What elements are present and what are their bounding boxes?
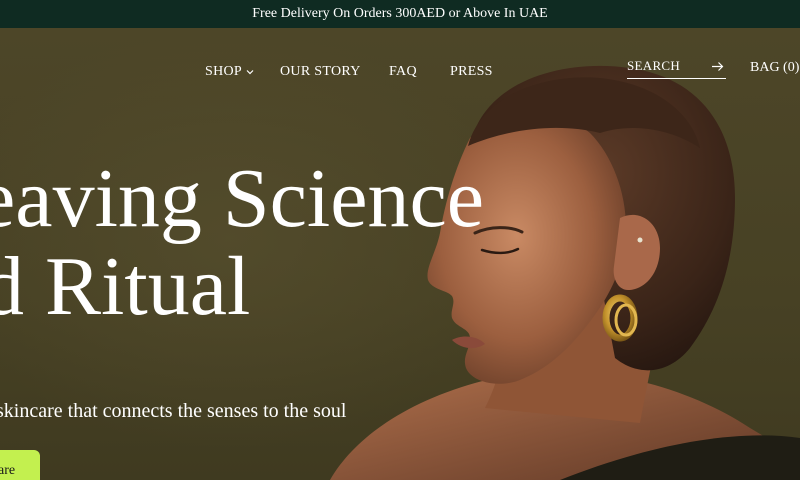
announcement-text: Free Delivery On Orders 300AED or Above … (252, 6, 548, 21)
nav-shop-link[interactable]: SHOP (205, 64, 242, 80)
nav-our-story-link[interactable]: OUR STORY (280, 64, 361, 80)
chevron-down-icon[interactable] (246, 68, 254, 76)
hero-headline: eaving Science nd Ritual (0, 155, 484, 331)
announcement-bar: Free Delivery On Orders 300AED or Above … (0, 0, 800, 28)
hero-subline: skincare that connects the senses to the… (0, 400, 347, 422)
page: Free Delivery On Orders 300AED or Above … (0, 0, 800, 480)
hero-headline-line-1: eaving Science (0, 152, 485, 245)
hero-headline-line-2: nd Ritual (0, 240, 251, 333)
hero-cta-button[interactable]: are (0, 450, 40, 480)
main-nav: SHOP OUR STORY FAQ PRESS SEARCH BAG (0) (0, 28, 800, 112)
bag-link[interactable]: BAG (0) (750, 60, 799, 76)
search-input[interactable]: SEARCH (627, 58, 726, 79)
nav-press-link[interactable]: PRESS (450, 64, 493, 80)
hero-cta-label: are (0, 463, 16, 478)
search-placeholder: SEARCH (627, 58, 681, 73)
nav-faq-link[interactable]: FAQ (389, 64, 417, 80)
arrow-right-icon[interactable] (711, 61, 724, 72)
